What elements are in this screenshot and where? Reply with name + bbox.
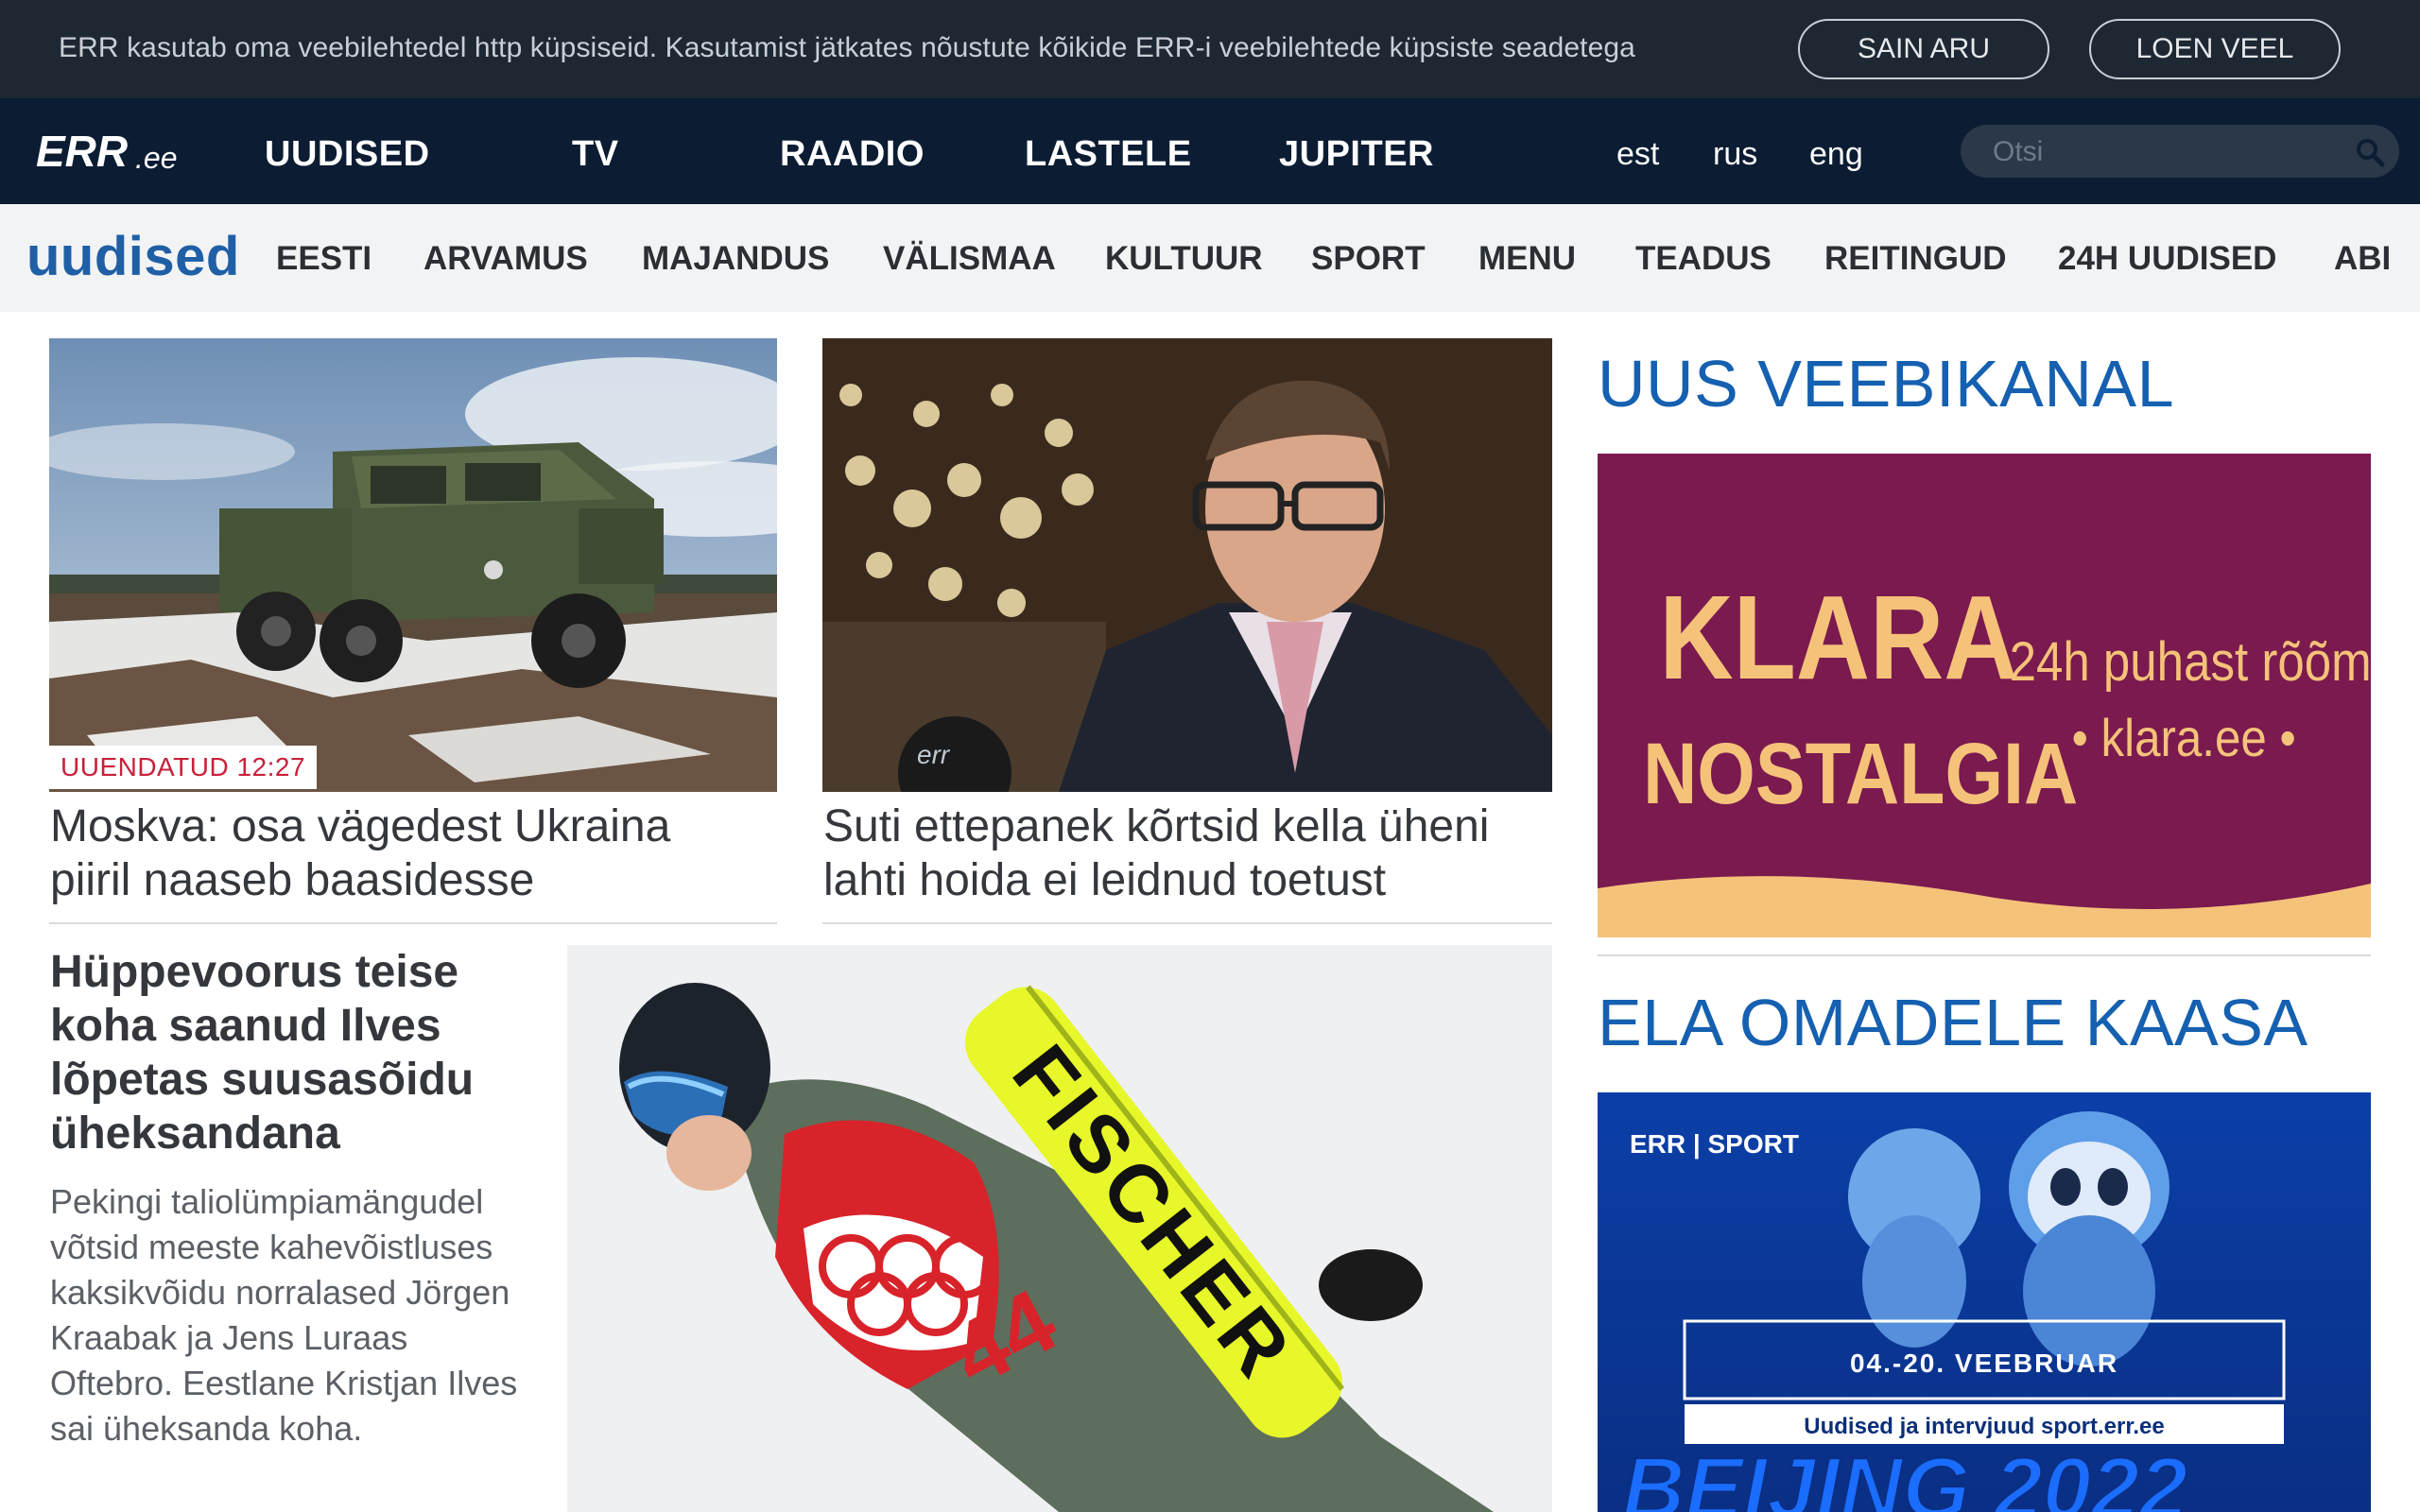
klara-slogan: 24h puhast rõõmu! [2010,631,2371,693]
olympics-event-title: BEIJING 2022 [1622,1440,2187,1512]
search-icon[interactable] [2354,136,2386,168]
article-3-headline-line1[interactable]: Hüppevoorus teise [50,945,579,999]
search-input[interactable]: Otsi [1993,136,2043,168]
nav-tv[interactable]: TV [572,134,619,175]
sidebar-title-cheer: ELA OMADELE KAASA [1598,986,2308,1059]
section-sport[interactable]: SPORT [1311,240,1426,278]
updated-badge: Uuendatud 12:27 [49,746,318,789]
cookie-accept-button[interactable]: SAIN ARU [1798,19,2049,79]
article-3-lead: Pekingi taliolümpiamängudel võtsid meest… [50,1179,542,1452]
article-3-lead-line6: sai üheksanda koha. [50,1409,363,1448]
article-3-headline-line3[interactable]: lõpetas suusasõidu [50,1053,579,1107]
article-2-image[interactable]: err [822,338,1552,792]
sidebar-divider [1598,954,2371,956]
article-3-lead-line2: võtsid meeste kahevõistluses [50,1228,493,1266]
section-24h-uudised[interactable]: 24H UUDISED [2058,240,2276,278]
article-2-divider [822,922,1552,924]
article-1-headline-line1[interactable]: Moskva: osa vägedest Ukraina [50,799,787,853]
section-kultuur[interactable]: KULTUUR [1105,240,1263,278]
cookie-read-more-button[interactable]: LOEN VEEL [2089,19,2341,79]
section-majandus[interactable]: MAJANDUS [642,240,829,278]
err-logo[interactable]: ERR .ee [36,129,187,174]
cookie-message: ERR kasutab oma veebilehtedel http küpsi… [59,32,1635,63]
article-2-headline-line1[interactable]: Suti ettepanek kõrtsid kella üheni [823,799,1570,853]
section-teadus[interactable]: TEADUS [1635,240,1772,278]
section-reitingud[interactable]: REITINGUD [1824,240,2007,278]
article-1-divider [49,922,777,924]
section-eesti[interactable]: EESTI [276,240,372,278]
olympics-dates: 04.-20. VEEBRUAR [1850,1349,2118,1378]
top-navigation: ERR .ee UUDISED TV RAADIO LASTELE JUPITE… [0,98,2420,204]
klara-url: • klara.ee • [2072,709,2296,768]
article-3-headline-line4[interactable]: üheksandana [50,1107,579,1160]
err-sport-olympics-ad[interactable]: ERR | SPORT 04.-20. VEEBRUAR Uudised ja … [1598,1092,2371,1512]
nav-jupiter[interactable]: JUPITER [1279,134,1434,175]
cookie-banner: ERR kasutab oma veebilehtedel http küpsi… [0,0,2420,98]
article-3-headline[interactable]: Hüppevoorus teise koha saanud Ilves lõpe… [50,945,579,1160]
logo-text-err: ERR [36,129,128,174]
nav-uudised[interactable]: UUDISED [265,134,430,175]
err-sport-logo: ERR | SPORT [1630,1129,1799,1159]
article-3-lead-line1: Pekingi taliolümpiamängudel [50,1182,484,1221]
nav-raadio[interactable]: RAADIO [780,134,925,175]
article-3-image[interactable]: 44 FISCHER [567,945,1552,1512]
article-3-lead-line5: Oftebro. Eestlane Kristjan Ilves [50,1364,518,1402]
article-2-headline[interactable]: Suti ettepanek kõrtsid kella üheni lahti… [823,799,1570,907]
sidebar-title-new-channel: UUS VEEBIKANAL [1598,347,2174,421]
lang-eng[interactable]: eng [1809,136,1863,173]
article-1-image[interactable] [49,338,777,792]
article-2-headline-line2[interactable]: lahti hoida ei leidnud toetust [823,853,1570,907]
section-navigation: uudised EESTI ARVAMUS MAJANDUS VÄLISMAA … [0,204,2420,312]
section-arvamus[interactable]: ARVAMUS [424,240,588,278]
article-3-lead-line4: Kraabak ja Jens Luraas [50,1318,408,1357]
olympics-tagline: Uudised ja intervjuud sport.err.ee [1804,1414,2164,1439]
article-1-headline-line2[interactable]: piiril naaseb baasidesse [50,853,787,907]
search-field[interactable]: Otsi [1961,125,2399,178]
section-valismaa[interactable]: VÄLISMAA [883,240,1056,278]
section-brand[interactable]: uudised [26,225,240,288]
lang-est[interactable]: est [1616,136,1659,173]
article-3-lead-line3: kaksikvõidu norralased Jörgen [50,1273,510,1312]
article-1-headline[interactable]: Moskva: osa vägedest Ukraina piiril naas… [50,799,787,907]
klara-nostalgia-ad[interactable]: KLARA NOSTALGIA 24h puhast rõõmu! • klar… [1598,454,2371,937]
section-menu[interactable]: MENU [1478,240,1576,278]
logo-text-ee: .ee [135,141,177,174]
nav-lastele[interactable]: LASTELE [1025,134,1192,175]
svg-text:err: err [917,740,951,769]
article-3-headline-line2[interactable]: koha saanud Ilves [50,999,579,1053]
klara-brand-line1: KLARA [1659,571,2017,703]
section-abi[interactable]: ABI [2334,240,2391,278]
klara-brand-line2: NOSTALGIA [1643,725,2078,822]
lang-rus[interactable]: rus [1713,136,1757,173]
